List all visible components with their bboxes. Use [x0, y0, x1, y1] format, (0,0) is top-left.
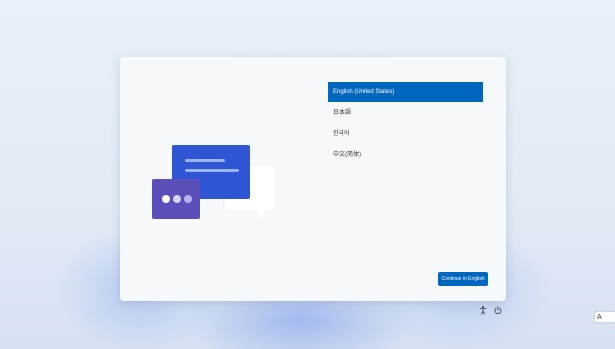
language-list: English (United States) 日本語 한국어 中文(简体) — [328, 82, 483, 166]
accessibility-icon[interactable] — [478, 305, 488, 315]
continue-button[interactable]: Continue in English — [438, 272, 488, 286]
language-option-korean[interactable]: 한국어 — [328, 124, 483, 144]
language-option-chinese[interactable]: 中文(简体) — [328, 145, 483, 165]
desktop-background: English (United States) 日本語 한국어 中文(简体) C… — [0, 0, 615, 349]
purple-speech-bubble-icon — [152, 179, 200, 219]
language-option-japanese[interactable]: 日本語 — [328, 103, 483, 123]
language-option-english[interactable]: English (United States) — [328, 82, 483, 102]
input-method-indicator[interactable]: A — [594, 311, 615, 323]
chat-bubbles-illustration — [152, 145, 277, 219]
power-icon[interactable] — [493, 305, 503, 315]
language-selection-card: English (United States) 日本語 한국어 中文(简体) C… — [120, 57, 506, 301]
